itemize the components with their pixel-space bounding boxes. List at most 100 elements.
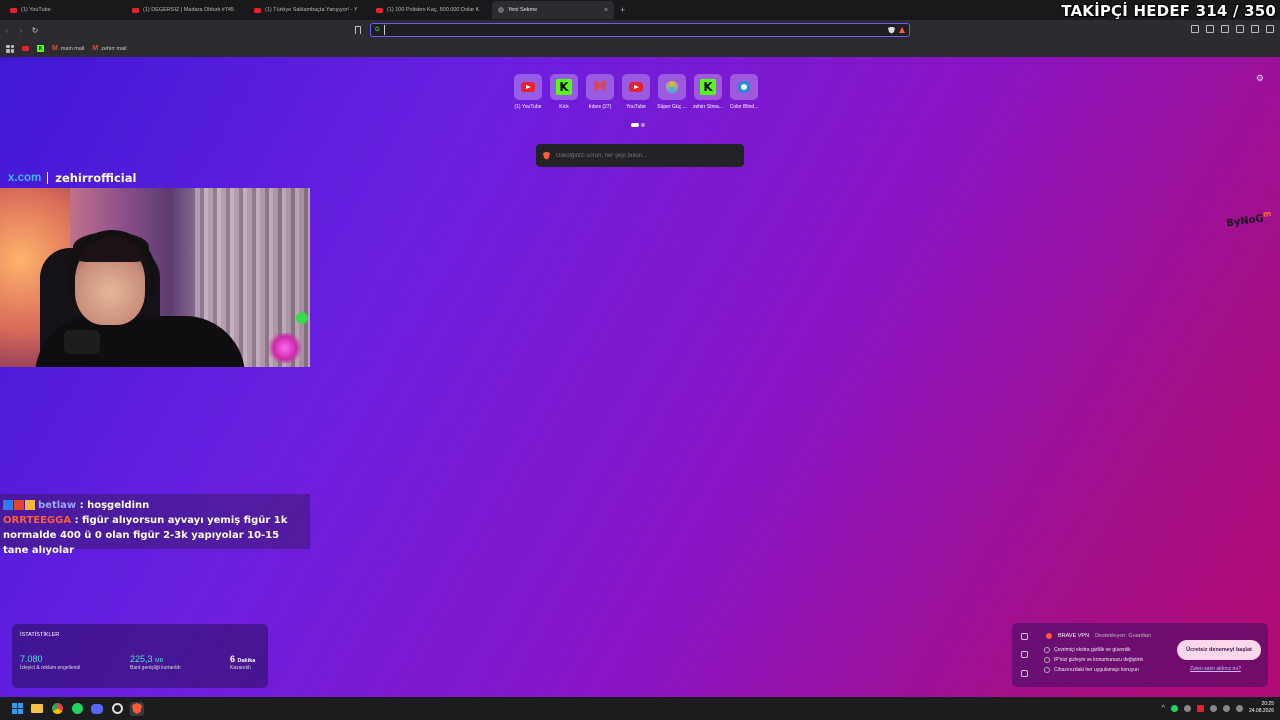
vpn-header: BRAVE VPN Destekleyen: Guardian bbox=[1046, 633, 1151, 639]
tab-label: (1) Türkiye Saklambaçta Yarışıyor! - Y bbox=[265, 7, 358, 13]
tab-label: Yeni Sekme bbox=[508, 7, 538, 13]
media-icon[interactable] bbox=[1191, 25, 1199, 33]
chat-username: betlaw bbox=[38, 500, 77, 511]
search-box[interactable] bbox=[536, 144, 744, 167]
bookmark-youtube[interactable] bbox=[22, 46, 29, 51]
search-input[interactable] bbox=[556, 152, 744, 159]
obs-icon bbox=[111, 703, 123, 714]
kick-icon: K bbox=[700, 79, 716, 95]
clock-date: 24.08.2026 bbox=[1248, 708, 1274, 714]
taskbar-brave[interactable] bbox=[130, 701, 144, 716]
chrome-icon bbox=[51, 703, 63, 714]
top-site-tile[interactable]: YouTube bbox=[622, 74, 650, 110]
taskbar-obs[interactable] bbox=[110, 702, 124, 716]
spotify-icon bbox=[71, 703, 83, 714]
bookmark-label: zehirr mail bbox=[101, 45, 127, 52]
start-button[interactable] bbox=[10, 702, 24, 716]
top-site-tile[interactable]: M Inbox (27) bbox=[586, 74, 614, 110]
chat-message: betlaw : hoşgeldinn bbox=[3, 498, 307, 513]
spotify-tray-icon[interactable] bbox=[1170, 704, 1178, 712]
vpn-widget-icon[interactable] bbox=[1020, 632, 1028, 640]
top-site-tile[interactable]: Color Blind... bbox=[730, 74, 758, 110]
forward-icon[interactable]: › bbox=[14, 26, 28, 35]
tray-app-icon[interactable] bbox=[1209, 704, 1217, 712]
top-site-tile[interactable]: Kzehirr Strea... bbox=[693, 74, 723, 110]
clock[interactable]: 20:25 24.08.2026 bbox=[1249, 701, 1274, 715]
chat-badges bbox=[3, 500, 35, 510]
bookmark-main-mail[interactable]: Mmain mail bbox=[52, 45, 84, 52]
tab-label: (1) DEĞERSİZ | Madara Oldurk #745 bbox=[143, 7, 234, 13]
rewards-icon[interactable] bbox=[899, 27, 905, 33]
close-icon[interactable]: × bbox=[604, 7, 608, 14]
discord-icon bbox=[91, 703, 103, 714]
tray-app-icon[interactable] bbox=[1196, 704, 1204, 712]
menu-icon[interactable] bbox=[1266, 25, 1274, 33]
vpn-icon[interactable] bbox=[1251, 25, 1259, 33]
top-sites: (1) YouTube K Kick M Inbox (27) YouTube Sü… bbox=[514, 74, 758, 110]
top-site-label: Süper Güç ... bbox=[657, 104, 687, 110]
apps-grid-icon[interactable] bbox=[6, 44, 14, 53]
stat-unit: Dakika bbox=[237, 658, 256, 664]
reload-icon[interactable]: ↻ bbox=[28, 26, 42, 35]
clock-time: 20:25 bbox=[1261, 701, 1274, 707]
top-site-tile[interactable]: (1) YouTube bbox=[514, 74, 542, 110]
new-tab-page: (1) YouTube K Kick M Inbox (27) YouTube Sü… bbox=[0, 57, 1280, 697]
vpn-widget: BRAVE VPN Destekleyen: Guardian Çevrimiç… bbox=[1012, 623, 1268, 687]
rewards-widget-icon[interactable] bbox=[1020, 651, 1028, 659]
kick-icon: K bbox=[556, 79, 572, 95]
google-icon: G bbox=[375, 27, 380, 33]
top-site-tile[interactable]: Süper Güç ... bbox=[657, 74, 687, 110]
stat-unit: MB bbox=[155, 658, 164, 664]
top-site-label: Color Blind... bbox=[729, 104, 759, 110]
brave-icon bbox=[498, 7, 504, 13]
top-sites-pager[interactable] bbox=[631, 123, 645, 127]
taskbar-discord[interactable] bbox=[90, 702, 104, 716]
top-site-tile[interactable]: K Kick bbox=[550, 74, 578, 110]
youtube-icon bbox=[376, 7, 383, 13]
page-dot[interactable] bbox=[641, 123, 645, 127]
stat-label: Kazanıldı bbox=[230, 665, 251, 671]
taskbar-explorer[interactable] bbox=[30, 702, 44, 716]
youtube-icon bbox=[254, 7, 261, 13]
stat-label: İzleyici & reklam engellendi bbox=[20, 665, 81, 671]
back-icon[interactable]: ‹ bbox=[0, 26, 14, 35]
x-username: zehirrofficial bbox=[55, 171, 137, 185]
top-site-label: (1) YouTube bbox=[514, 104, 542, 110]
chat-overlay: betlaw : hoşgeldinn ORRTEEGGA : figür al… bbox=[0, 494, 310, 556]
vpn-trial-button[interactable]: Ücretsiz denemeyi başlat bbox=[1177, 640, 1261, 660]
bookmark-icon[interactable] bbox=[355, 26, 361, 34]
widget-switcher bbox=[1012, 623, 1036, 687]
tab[interactable]: (1) DEĞERSİZ | Madara Oldurk #745 bbox=[126, 1, 248, 19]
network-icon[interactable] bbox=[1222, 704, 1230, 712]
youtube-icon bbox=[22, 46, 29, 51]
tab-active[interactable]: Yeni Sekme × bbox=[492, 1, 614, 19]
taskbar-chrome[interactable] bbox=[50, 702, 64, 716]
settings-gear-icon[interactable]: ⚙ bbox=[1256, 73, 1264, 84]
youtube-icon bbox=[132, 7, 139, 13]
address-input[interactable] bbox=[383, 25, 884, 35]
bookmark-kick[interactable]: K bbox=[37, 45, 44, 52]
page-dot-active[interactable] bbox=[631, 123, 639, 127]
bookmark-zehirr-mail[interactable]: Mzehirr mail bbox=[92, 45, 126, 52]
tab[interactable]: (1) YouTube bbox=[4, 1, 126, 19]
follower-goal-overlay: TAKİPÇİ HEDEF 314 / 350 bbox=[1061, 2, 1276, 20]
tab[interactable]: (1) 100 Polisten Kaç, 500.000 Dolar K bbox=[370, 1, 492, 19]
tray-expand-icon[interactable]: ^ bbox=[1162, 705, 1165, 712]
watermark-text: ByNoG bbox=[1225, 213, 1265, 230]
stat-value: 7.080 bbox=[20, 654, 43, 664]
stat-value: 6 bbox=[230, 654, 236, 664]
sidebar-icon[interactable] bbox=[1206, 25, 1214, 33]
cards-widget-icon[interactable] bbox=[1020, 670, 1028, 678]
stat-blocked: 7.080 İzleyici & reklam engellendi bbox=[20, 654, 80, 671]
tray-app-icon[interactable] bbox=[1183, 704, 1191, 712]
extensions-icon[interactable] bbox=[1236, 25, 1244, 33]
vpn-already-purchased-link[interactable]: Zaten satın aldınız mı? bbox=[1190, 666, 1241, 672]
tab[interactable]: (1) Türkiye Saklambaçta Yarışıyor! - Y bbox=[248, 1, 370, 19]
brave-shield-icon[interactable] bbox=[888, 26, 895, 34]
wallet-icon[interactable] bbox=[1221, 25, 1229, 33]
volume-icon[interactable] bbox=[1235, 704, 1243, 712]
address-bar[interactable]: G bbox=[370, 23, 910, 37]
vpn-feature: IP'nizi gizleyin ve konumunuzu değiştiri… bbox=[1044, 655, 1143, 665]
taskbar-spotify[interactable] bbox=[70, 702, 84, 716]
new-tab-icon[interactable]: + bbox=[620, 5, 625, 15]
